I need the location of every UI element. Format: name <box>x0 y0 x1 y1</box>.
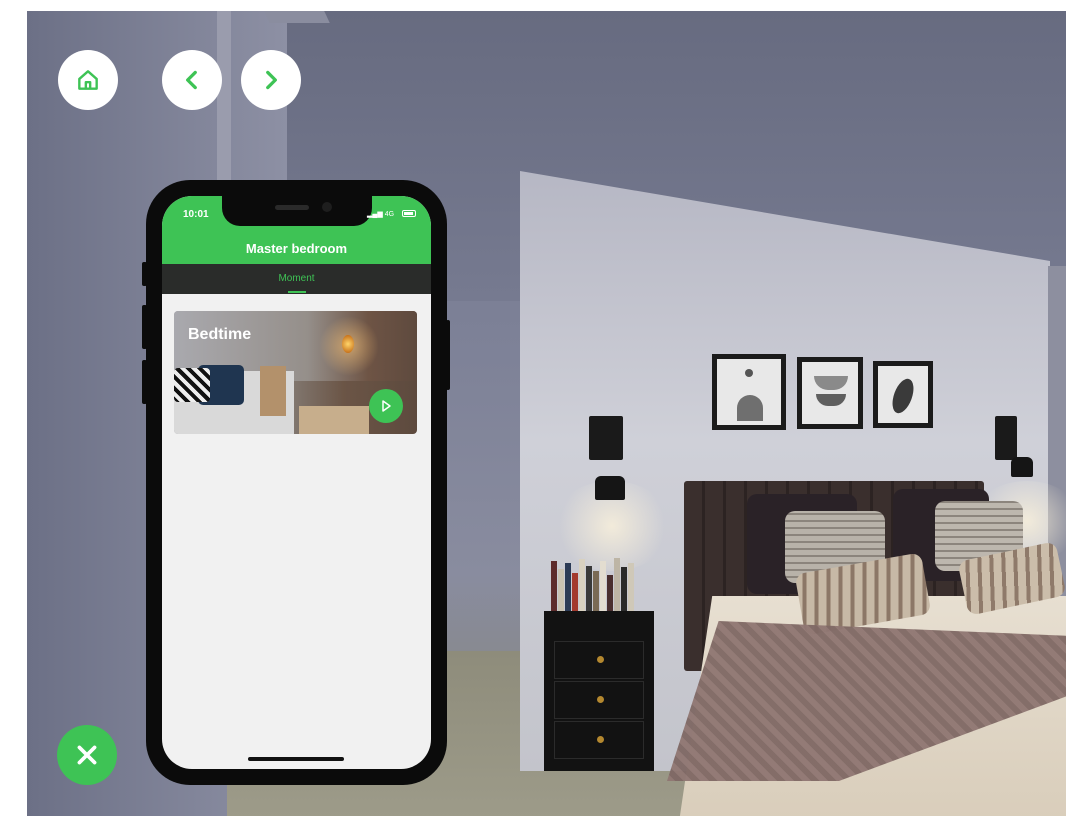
home-indicator <box>248 757 344 761</box>
sconce-shade <box>1011 457 1033 477</box>
wall-art-frame <box>873 361 933 428</box>
close-button[interactable] <box>57 725 117 785</box>
forward-button[interactable] <box>241 50 301 110</box>
ceiling-beam <box>264 11 330 23</box>
tab-bar: Moment <box>162 264 431 294</box>
home-icon <box>78 70 98 90</box>
wall-sconce <box>589 416 623 460</box>
status-time: 10:01 <box>183 209 209 220</box>
nightstand <box>544 611 654 771</box>
back-button[interactable] <box>162 50 222 110</box>
room-title: Master bedroom <box>245 241 348 256</box>
chevron-right-icon <box>266 70 277 90</box>
lamp-icon <box>342 335 354 353</box>
active-tab-indicator <box>288 291 306 293</box>
app-header: 10:01 ▂▄▆ 4G Master bedroom <box>162 196 431 264</box>
phone-side-button <box>142 305 147 349</box>
phone-side-button <box>446 320 450 390</box>
phone-notch <box>222 196 372 226</box>
phone-screen: 10:01 ▂▄▆ 4G Master bedroom Moment Bedti… <box>162 196 431 769</box>
play-icon <box>382 400 391 412</box>
battery-icon <box>402 210 416 217</box>
phone-side-button <box>142 262 147 286</box>
play-moment-button[interactable] <box>369 389 403 423</box>
sconce-shade <box>595 476 625 500</box>
network-indicator: ▂▄▆ 4G <box>367 210 394 218</box>
home-button[interactable] <box>58 50 118 110</box>
close-icon <box>77 745 97 765</box>
network-label: 4G <box>384 211 395 218</box>
moment-card-bedtime[interactable]: Bedtime <box>174 311 417 434</box>
moment-title: Bedtime <box>188 326 252 343</box>
tab-moment[interactable]: Moment <box>162 273 431 284</box>
wall-art-frame <box>712 354 786 430</box>
wall-sconce <box>995 416 1017 460</box>
wall-art-frame <box>797 357 863 429</box>
chevron-left-icon <box>186 70 197 90</box>
phone-mockup: 10:01 ▂▄▆ 4G Master bedroom Moment Bedti… <box>142 180 450 785</box>
phone-side-button <box>142 360 147 404</box>
signal-icon: ▂▄▆ <box>367 211 383 218</box>
